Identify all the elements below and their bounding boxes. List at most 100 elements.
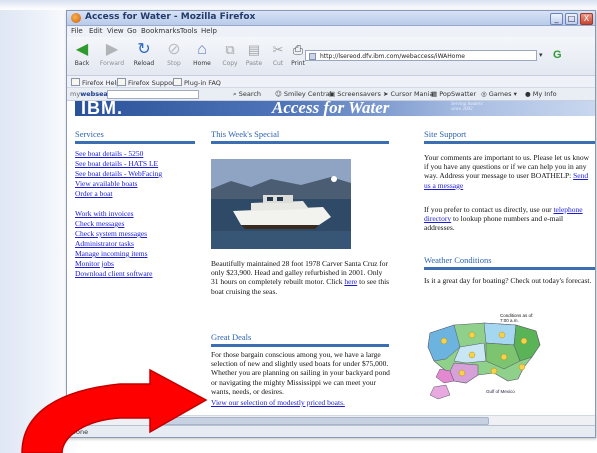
weather-rule (424, 267, 595, 270)
map-label-gulf: Gulf of Mexico (486, 389, 515, 394)
bookmark-label: Firefox Help (82, 79, 121, 87)
print-label: Print (291, 60, 305, 67)
menu-tools[interactable]: Tools (180, 27, 197, 35)
link-work-with-invoices[interactable]: Work with invoices (75, 209, 134, 218)
toolbar-games[interactable]: ◎ Games ▾ (481, 90, 517, 98)
bookmark-page-icon (117, 78, 126, 86)
map-caption: Conditions as of: 7:00 a.m. (500, 313, 534, 323)
red-curved-arrow-icon (21, 368, 208, 453)
search-toolbar: mywebsearch ⌕ Search ☺ Smiley Central ▣ … (67, 88, 595, 101)
weather-text: Is it a great day for boating? Check out… (424, 276, 592, 285)
toolbar-item-label: Smiley Central (283, 90, 332, 98)
support-text-1: Your comments are important to us. Pleas… (424, 153, 590, 181)
menu-help[interactable]: Help (201, 27, 217, 35)
bookmark-firefox-help[interactable]: Firefox Help (71, 78, 120, 87)
slide-top-fade (0, 0, 597, 10)
link-modestly-priced-boats[interactable]: View our selection of modestly priced bo… (211, 398, 345, 407)
url-input[interactable]: http://lsereod.dfv.ibm.com/webaccess/iWA… (305, 50, 537, 61)
window-title: Access for Water - Mozilla Firefox (85, 12, 256, 22)
deals-rule (211, 344, 389, 347)
stop-button[interactable]: ⊘ Stop (161, 40, 187, 72)
title-bar: Access for Water - Mozilla Firefox _ □ X (67, 11, 595, 26)
toolbar-search-input[interactable] (107, 90, 199, 99)
link-monitor-jobs[interactable]: Monitor jobs (75, 259, 114, 268)
go-button[interactable]: G (553, 48, 569, 62)
bookmark-page-icon (173, 78, 182, 86)
link-manage-incoming-items[interactable]: Manage incoming items (75, 249, 147, 258)
navigation-toolbar: ◀ Back ▶ Forward ↻ Reload ⊘ Stop ⌂ Home … (67, 37, 595, 76)
toolbar-item-label: Search (238, 90, 262, 98)
menu-view[interactable]: View (107, 27, 124, 35)
reload-icon: ↻ (137, 41, 151, 58)
annotation-arrow (21, 368, 208, 453)
link-check-system-messages[interactable]: Check system messages (75, 229, 147, 238)
home-icon: ⌂ (197, 41, 207, 58)
banner-tagline: Serving boaters since 2002 (451, 102, 483, 112)
copy-button[interactable]: ⧉ Copy (217, 40, 243, 72)
stop-icon: ⊘ (167, 41, 181, 58)
link-boat-details-hats-le[interactable]: See boat details - HATS LE (75, 159, 158, 168)
page-icon (309, 53, 316, 60)
back-button[interactable]: ◀ Back (69, 40, 95, 72)
paste-button[interactable]: ▤ Paste (241, 40, 267, 72)
toolbar-smiley-central[interactable]: ☺ Smiley Central (275, 90, 332, 98)
url-dropdown-icon[interactable]: ▾ (539, 50, 549, 61)
toolbar-popswatter[interactable]: ▦ PopSwatter (431, 90, 476, 98)
toolbar-item-label: Cursor Mania (390, 90, 434, 98)
toolbar-screensavers[interactable]: ▣ Screensavers (329, 90, 381, 98)
reload-label: Reload (133, 60, 155, 67)
forward-label: Forward (99, 60, 125, 67)
special-rule (211, 141, 389, 144)
toolbar-item-label: PopSwatter (439, 90, 477, 98)
forward-arrow-icon: ▶ (105, 41, 119, 58)
banner-headline: Access for Water (272, 101, 390, 117)
ibm-logo: IBM. (81, 101, 123, 118)
support-text-2-before: If you prefer to contact us directly, us… (424, 205, 552, 214)
home-label: Home (193, 60, 211, 67)
services-heading: Services (75, 129, 104, 139)
link-order-a-boat[interactable]: Order a boat (75, 189, 112, 198)
special-here-link[interactable]: here (344, 277, 357, 286)
weather-map[interactable]: Conditions as of: 7:00 a.m. Gulf of Mexi… (424, 311, 544, 401)
toolbar-item-label: Screensavers (337, 90, 381, 98)
toolbar-cursor-mania[interactable]: ➤ Cursor Mania (383, 90, 433, 98)
back-label: Back (74, 60, 90, 67)
bookmark-plugin-faq[interactable]: Plug-in FAQ (173, 78, 221, 87)
url-text: http://lsereod.dfv.ibm.com/webaccess/iWA… (320, 53, 465, 60)
support-heading: Site Support (424, 129, 467, 139)
support-rule (424, 141, 595, 144)
menu-go[interactable]: Go (127, 27, 137, 35)
minimize-button[interactable]: _ (550, 13, 563, 25)
toolbar-my-info[interactable]: ● My Info (525, 90, 557, 98)
special-heading: This Week's Special (211, 129, 280, 139)
site-banner: IBM. Access for Water Serving boaters si… (75, 101, 595, 118)
firefox-icon (71, 13, 81, 23)
boat-photo (211, 159, 351, 249)
link-boat-details-webfacing[interactable]: See boat details - WebFacing (75, 169, 162, 178)
menu-file[interactable]: File (71, 27, 83, 35)
reload-button[interactable]: ↻ Reload (131, 40, 157, 72)
close-button[interactable]: X (580, 13, 593, 25)
stop-label: Stop (167, 60, 181, 67)
menu-bookmarks[interactable]: Bookmarks (141, 27, 180, 35)
link-view-available-boats[interactable]: View available boats (75, 179, 137, 188)
bookmark-page-icon (71, 78, 80, 86)
bookmarks-toolbar: Firefox Help Firefox Support Plug-in FAQ (67, 76, 595, 88)
copy-icon: ⧉ (225, 42, 235, 57)
back-arrow-icon: ◀ (75, 41, 89, 58)
maximize-button[interactable]: □ (565, 13, 578, 25)
toolbar-item-label: Games (488, 90, 512, 98)
paste-label: Paste (245, 60, 263, 67)
forward-button[interactable]: ▶ Forward (99, 40, 125, 72)
link-administrator-tasks[interactable]: Administrator tasks (75, 239, 134, 248)
link-boat-details-5250[interactable]: See boat details - 5250 (75, 149, 143, 158)
link-check-messages[interactable]: Check messages (75, 219, 124, 228)
bookmark-firefox-support[interactable]: Firefox Support (117, 78, 177, 87)
deals-description: For those bargain conscious among you, w… (211, 350, 390, 396)
support-text: Your comments are important to us. Pleas… (424, 153, 595, 190)
menu-edit[interactable]: Edit (89, 27, 103, 35)
bookmark-label: Plug-in FAQ (184, 79, 221, 87)
home-button[interactable]: ⌂ Home (189, 40, 215, 72)
link-download-client-software[interactable]: Download client software (75, 269, 152, 278)
toolbar-search-button[interactable]: ⌕ Search (233, 90, 261, 99)
